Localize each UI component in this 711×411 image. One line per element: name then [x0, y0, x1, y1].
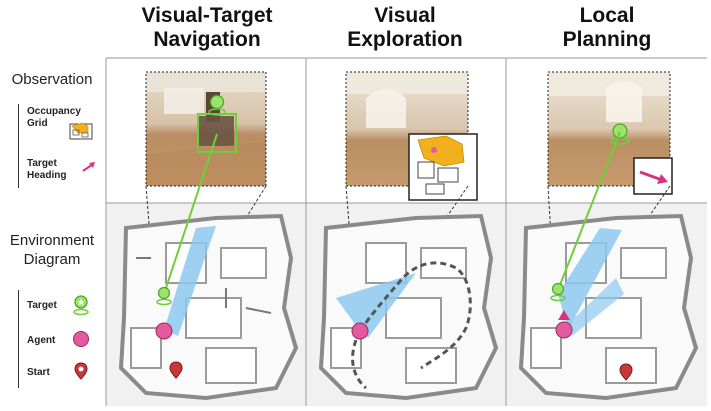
agent-marker	[155, 322, 173, 340]
agent-marker	[555, 321, 573, 339]
occupancy-grid-inset	[408, 133, 478, 201]
panel-visual-target-navigation	[118, 71, 299, 401]
heading-inset	[633, 157, 673, 195]
panel-local-planning	[518, 71, 699, 401]
agent-marker	[351, 322, 369, 340]
panel-visual-exploration	[318, 71, 499, 401]
